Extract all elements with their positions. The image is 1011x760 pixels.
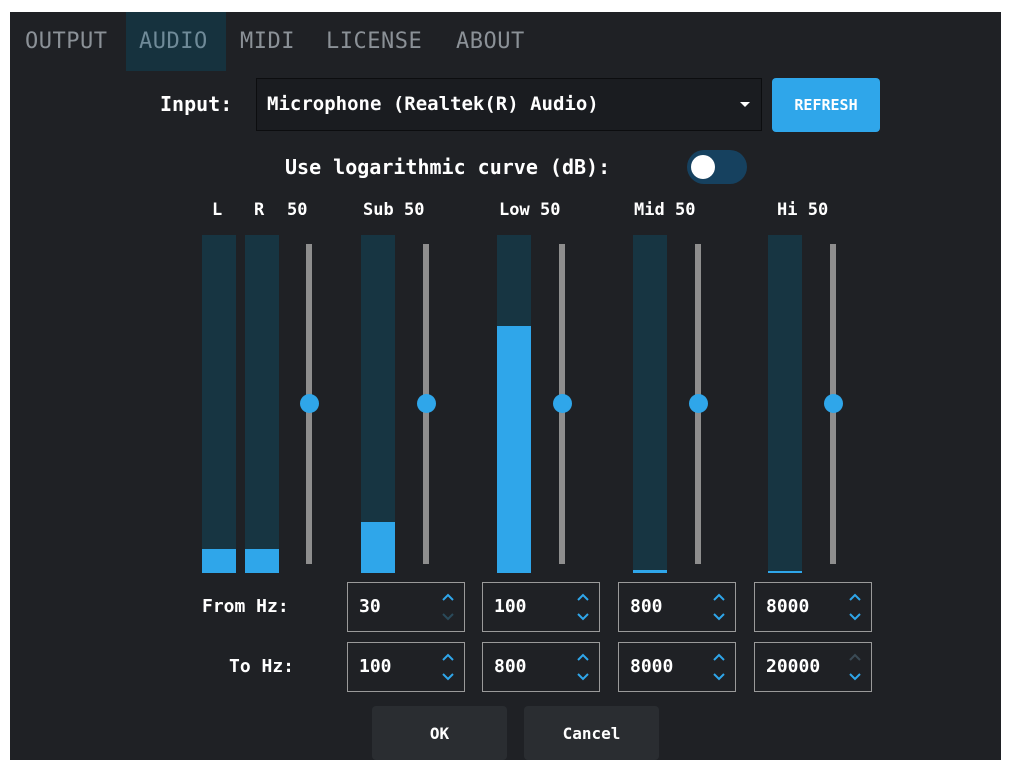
spinbox-value: 8000: [630, 656, 674, 677]
chevron-up-icon[interactable]: [577, 652, 589, 662]
gain-slider-handle-hi[interactable]: [824, 394, 843, 413]
to-hz-sub-spinbox[interactable]: 100: [347, 642, 465, 692]
tab-bar: OUTPUT AUDIO MIDI LICENSE ABOUT: [10, 12, 1001, 71]
settings-window: OUTPUT AUDIO MIDI LICENSE ABOUT Input: M…: [10, 12, 1001, 760]
tab-output[interactable]: OUTPUT: [10, 12, 121, 71]
channel-gain-value: 50: [287, 200, 308, 220]
spinbox-value: 800: [630, 596, 663, 617]
cancel-button[interactable]: Cancel: [524, 706, 659, 760]
to-hz-hi-spinbox[interactable]: 20000: [754, 642, 872, 692]
chevron-up-icon[interactable]: [849, 652, 861, 662]
chevron-up-icon[interactable]: [713, 592, 725, 602]
gain-slider-handle-low[interactable]: [553, 394, 572, 413]
from-hz-mid-spinbox[interactable]: 800: [618, 582, 736, 632]
to-hz-low-spinbox[interactable]: 800: [482, 642, 600, 692]
chevron-down-icon[interactable]: [577, 612, 589, 622]
tab-about[interactable]: ABOUT: [456, 12, 546, 71]
input-device-value: Microphone (Realtek(R) Audio): [267, 93, 599, 115]
dropdown-arrow-icon: [740, 102, 750, 107]
chevron-up-icon[interactable]: [442, 592, 454, 602]
band-header-hi: Hi 50: [777, 200, 828, 220]
from-hz-sub-spinbox[interactable]: 30: [347, 582, 465, 632]
meter-low-fill: [497, 326, 531, 573]
tab-midi[interactable]: MIDI: [240, 12, 315, 71]
meter-right-fill: [245, 549, 279, 573]
chevron-up-icon[interactable]: [577, 592, 589, 602]
toggle-knob: [691, 155, 715, 179]
meter-sub-fill: [361, 522, 395, 573]
chevron-down-icon[interactable]: [849, 672, 861, 682]
band-gain-value: 50: [403, 200, 425, 220]
chevron-up-icon[interactable]: [442, 652, 454, 662]
meter-sub: [361, 235, 395, 573]
chevron-down-icon[interactable]: [442, 672, 454, 682]
chevron-up-icon[interactable]: [849, 592, 861, 602]
spinbox-value: 100: [494, 596, 527, 617]
spinbox-value: 800: [494, 656, 527, 677]
channel-l-label: L: [212, 200, 223, 220]
chevron-up-icon[interactable]: [713, 652, 725, 662]
band-name: Mid: [634, 200, 665, 220]
band-gain-value: 50: [807, 200, 829, 220]
chevron-down-icon[interactable]: [849, 612, 861, 622]
chevron-down-icon[interactable]: [713, 612, 725, 622]
chevron-down-icon[interactable]: [442, 612, 454, 622]
band-header-low: Low 50: [499, 200, 560, 220]
spinbox-value: 100: [359, 656, 392, 677]
log-curve-label: Use logarithmic curve (dB):: [285, 155, 611, 179]
tab-audio[interactable]: AUDIO: [126, 12, 226, 71]
ok-button[interactable]: OK: [372, 706, 507, 760]
meter-hi-fill: [768, 571, 802, 573]
meter-low: [497, 235, 531, 573]
spinbox-value: 30: [359, 596, 381, 617]
meter-mid-fill: [633, 570, 667, 573]
meter-mid: [633, 235, 667, 573]
log-curve-toggle[interactable]: [687, 150, 747, 184]
band-name: Hi: [777, 200, 798, 220]
from-hz-hi-spinbox[interactable]: 8000: [754, 582, 872, 632]
gain-slider-handle-sub[interactable]: [417, 394, 436, 413]
spinbox-value: 8000: [766, 596, 810, 617]
chevron-down-icon[interactable]: [713, 672, 725, 682]
tab-license[interactable]: LICENSE: [326, 12, 436, 71]
channel-r-label: R: [254, 200, 265, 220]
to-hz-label: To Hz:: [229, 656, 295, 677]
to-hz-mid-spinbox[interactable]: 8000: [618, 642, 736, 692]
band-header-mid: Mid 50: [634, 200, 695, 220]
meter-left-fill: [202, 549, 236, 573]
band-header-sub: Sub 50: [363, 200, 424, 220]
band-name: Sub: [363, 200, 394, 220]
chevron-down-icon[interactable]: [577, 672, 589, 682]
from-hz-low-spinbox[interactable]: 100: [482, 582, 600, 632]
band-gain-value: 50: [674, 200, 696, 220]
band-gain-value: 50: [539, 200, 561, 220]
band-name: Low: [499, 200, 530, 220]
refresh-button[interactable]: REFRESH: [772, 78, 880, 132]
meter-hi: [768, 235, 802, 573]
gain-slider-handle-mid[interactable]: [689, 394, 708, 413]
input-device-select[interactable]: Microphone (Realtek(R) Audio): [256, 78, 762, 131]
input-label: Input:: [160, 92, 233, 116]
spinbox-value: 20000: [766, 656, 821, 677]
meter-left: [202, 235, 236, 573]
meter-right: [245, 235, 279, 573]
from-hz-label: From Hz:: [202, 596, 289, 617]
gain-slider-handle-channels[interactable]: [300, 394, 319, 413]
